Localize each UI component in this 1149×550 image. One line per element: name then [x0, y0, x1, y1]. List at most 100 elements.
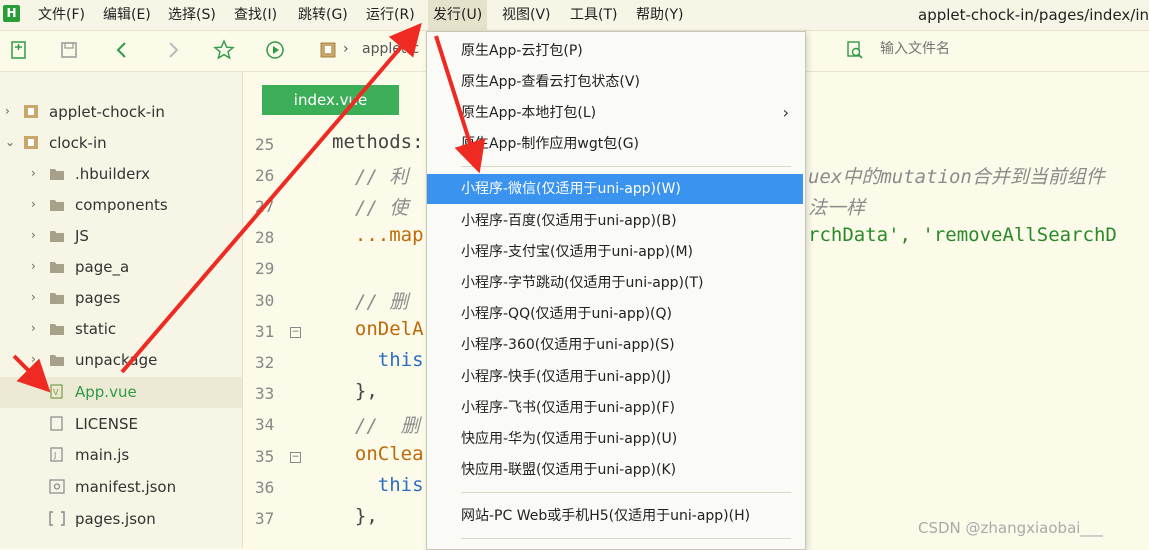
hbuilder-logo-icon: H [3, 5, 20, 22]
publish-dropdown-menu: 原生App-云打包(P) 原生App-查看云打包状态(V) 原生App-本地打包… [426, 31, 806, 550]
chevron-right-icon[interactable]: › [31, 198, 43, 210]
menu-item-mp-baidu[interactable]: 小程序-百度(仅适用于uni-app)(B) [427, 206, 803, 236]
menu-item-mp-kuaishou[interactable]: 小程序-快手(仅适用于uni-app)(J) [427, 362, 803, 392]
line-number: 29 [255, 259, 275, 278]
project-icon [320, 42, 336, 58]
line-number: 34 [255, 415, 275, 434]
new-file-icon[interactable] [8, 39, 30, 61]
menu-item-mp-360[interactable]: 小程序-360(仅适用于uni-app)(S) [427, 330, 803, 360]
tree-item-label: App.vue [75, 383, 137, 401]
code-line: this [332, 474, 424, 496]
manifest-file-icon [49, 479, 65, 494]
tree-item-main-js[interactable]: J main.js [0, 440, 242, 471]
tree-item-static[interactable]: › static [0, 314, 242, 345]
file-icon [50, 416, 63, 431]
menu-run[interactable]: 运行(R) [361, 0, 420, 30]
menubar: H 文件(F) 编辑(E) 选择(S) 查找(I) 跳转(G) 运行(R) 发行… [0, 0, 1149, 31]
chevron-right-icon[interactable]: › [31, 260, 43, 272]
tree-item-label: pages [75, 289, 121, 307]
line-number: 36 [255, 478, 275, 497]
chevron-right-icon[interactable]: › [31, 291, 43, 303]
tree-item-manifest-json[interactable]: manifest.json [0, 472, 242, 503]
menu-item-native-cloud-pack[interactable]: 原生App-云打包(P) [427, 36, 803, 66]
line-number: 26 [255, 166, 275, 185]
tree-item-applet-chock-in[interactable]: › applet-chock-in [0, 97, 242, 128]
project-icon [24, 105, 38, 118]
js-file-icon: J [50, 447, 63, 462]
menu-select[interactable]: 选择(S) [163, 0, 221, 30]
tree-item-page-a[interactable]: › page_a [0, 252, 242, 283]
line-number: 28 [255, 228, 275, 247]
star-icon[interactable] [213, 39, 235, 61]
breadcrumb-separator: › [343, 41, 349, 57]
tree-item-app-vue[interactable]: V App.vue [0, 377, 242, 408]
menu-item-mp-lark[interactable]: 小程序-飞书(仅适用于uni-app)(F) [427, 393, 803, 423]
menu-item-mp-toutiao[interactable]: 小程序-字节跳动(仅适用于uni-app)(T) [427, 268, 803, 298]
line-number: 31 [255, 322, 275, 341]
chevron-right-icon[interactable]: › [31, 167, 43, 179]
tree-item-hbuilderx[interactable]: › .hbuilderx [0, 159, 242, 190]
chevron-right-icon: › [782, 103, 789, 122]
line-number: 35 [255, 447, 275, 466]
code-line: onDelA [332, 318, 424, 340]
file-search-input[interactable] [878, 40, 1082, 58]
chevron-down-icon[interactable]: ⌄ [5, 136, 17, 148]
code-line: // 删 [332, 415, 420, 437]
tree-item-label: .hbuilderx [75, 165, 151, 183]
file-search-icon[interactable] [845, 40, 865, 60]
menu-help[interactable]: 帮助(Y) [631, 0, 688, 30]
run-icon[interactable] [264, 39, 286, 61]
tree-item-label: page_a [75, 258, 130, 276]
menu-publish[interactable]: 发行(U) [428, 0, 488, 30]
line-number: 30 [255, 291, 275, 310]
menu-tools[interactable]: 工具(T) [565, 0, 622, 30]
tree-item-label: LICENSE [75, 415, 138, 433]
back-icon[interactable] [111, 39, 133, 61]
menu-edit[interactable]: 编辑(E) [98, 0, 156, 30]
forward-icon[interactable] [162, 39, 184, 61]
menu-item-native-wgt[interactable]: 原生App-制作应用wgt包(G) [427, 129, 803, 159]
folder-icon [50, 231, 64, 242]
menu-goto[interactable]: 跳转(G) [293, 0, 353, 30]
menu-item-mp-qq[interactable]: 小程序-QQ(仅适用于uni-app)(Q) [427, 299, 803, 329]
chevron-right-icon[interactable]: › [31, 229, 43, 241]
tree-item-pages-json[interactable]: pages.json [0, 504, 242, 535]
project-explorer: › applet-chock-in ⌄ clock-in › .hbuilder… [0, 72, 243, 548]
folder-icon [50, 262, 64, 273]
line-number: 37 [255, 509, 275, 528]
tree-item-unpackage[interactable]: › unpackage [0, 345, 242, 376]
menu-file[interactable]: 文件(F) [33, 0, 90, 30]
tree-item-label: pages.json [75, 510, 156, 528]
code-line: ...map [332, 224, 424, 246]
fold-toggle-icon[interactable]: − [290, 327, 301, 338]
tree-item-js[interactable]: › JS [0, 221, 242, 252]
chevron-right-icon[interactable]: › [31, 322, 43, 334]
save-icon[interactable] [58, 39, 80, 61]
tree-item-label: manifest.json [75, 478, 177, 496]
menu-item-mp-alipay[interactable]: 小程序-支付宝(仅适用于uni-app)(M) [427, 237, 803, 267]
menu-view[interactable]: 视图(V) [497, 0, 556, 30]
tree-item-pages[interactable]: › pages [0, 283, 242, 314]
svg-text:J: J [53, 451, 56, 460]
folder-icon [50, 324, 64, 335]
code-line: onClea [332, 443, 424, 465]
breadcrumb[interactable]: applet-c [362, 41, 419, 57]
menu-item-quickapp-huawei[interactable]: 快应用-华为(仅适用于uni-app)(U) [427, 424, 803, 454]
menu-item-quickapp-union[interactable]: 快应用-联盟(仅适用于uni-app)(K) [427, 455, 803, 485]
tree-item-license[interactable]: LICENSE [0, 409, 242, 440]
code-line: rchData', 'removeAllSearchD [808, 224, 1117, 246]
chevron-right-icon[interactable]: › [5, 105, 17, 117]
menu-item-web-h5[interactable]: 网站-PC Web或手机H5(仅适用于uni-app)(H) [427, 501, 803, 531]
tree-item-components[interactable]: › components [0, 190, 242, 221]
menu-item-native-cloud-status[interactable]: 原生App-查看云打包状态(V) [427, 67, 803, 97]
menu-divider [461, 492, 791, 493]
chevron-right-icon[interactable]: › [31, 353, 43, 365]
menu-find[interactable]: 查找(I) [229, 0, 282, 30]
fold-toggle-icon[interactable]: − [290, 452, 301, 463]
tree-item-clock-in[interactable]: ⌄ clock-in [0, 128, 242, 159]
tab-index-vue[interactable]: index.vue [262, 85, 399, 115]
menu-item-native-local-pack[interactable]: 原生App-本地打包(L) › [427, 98, 803, 128]
code-line: }, [332, 380, 378, 402]
code-line: // 删 [332, 291, 409, 313]
menu-item-mp-weixin[interactable]: 小程序-微信(仅适用于uni-app)(W) [427, 174, 803, 204]
